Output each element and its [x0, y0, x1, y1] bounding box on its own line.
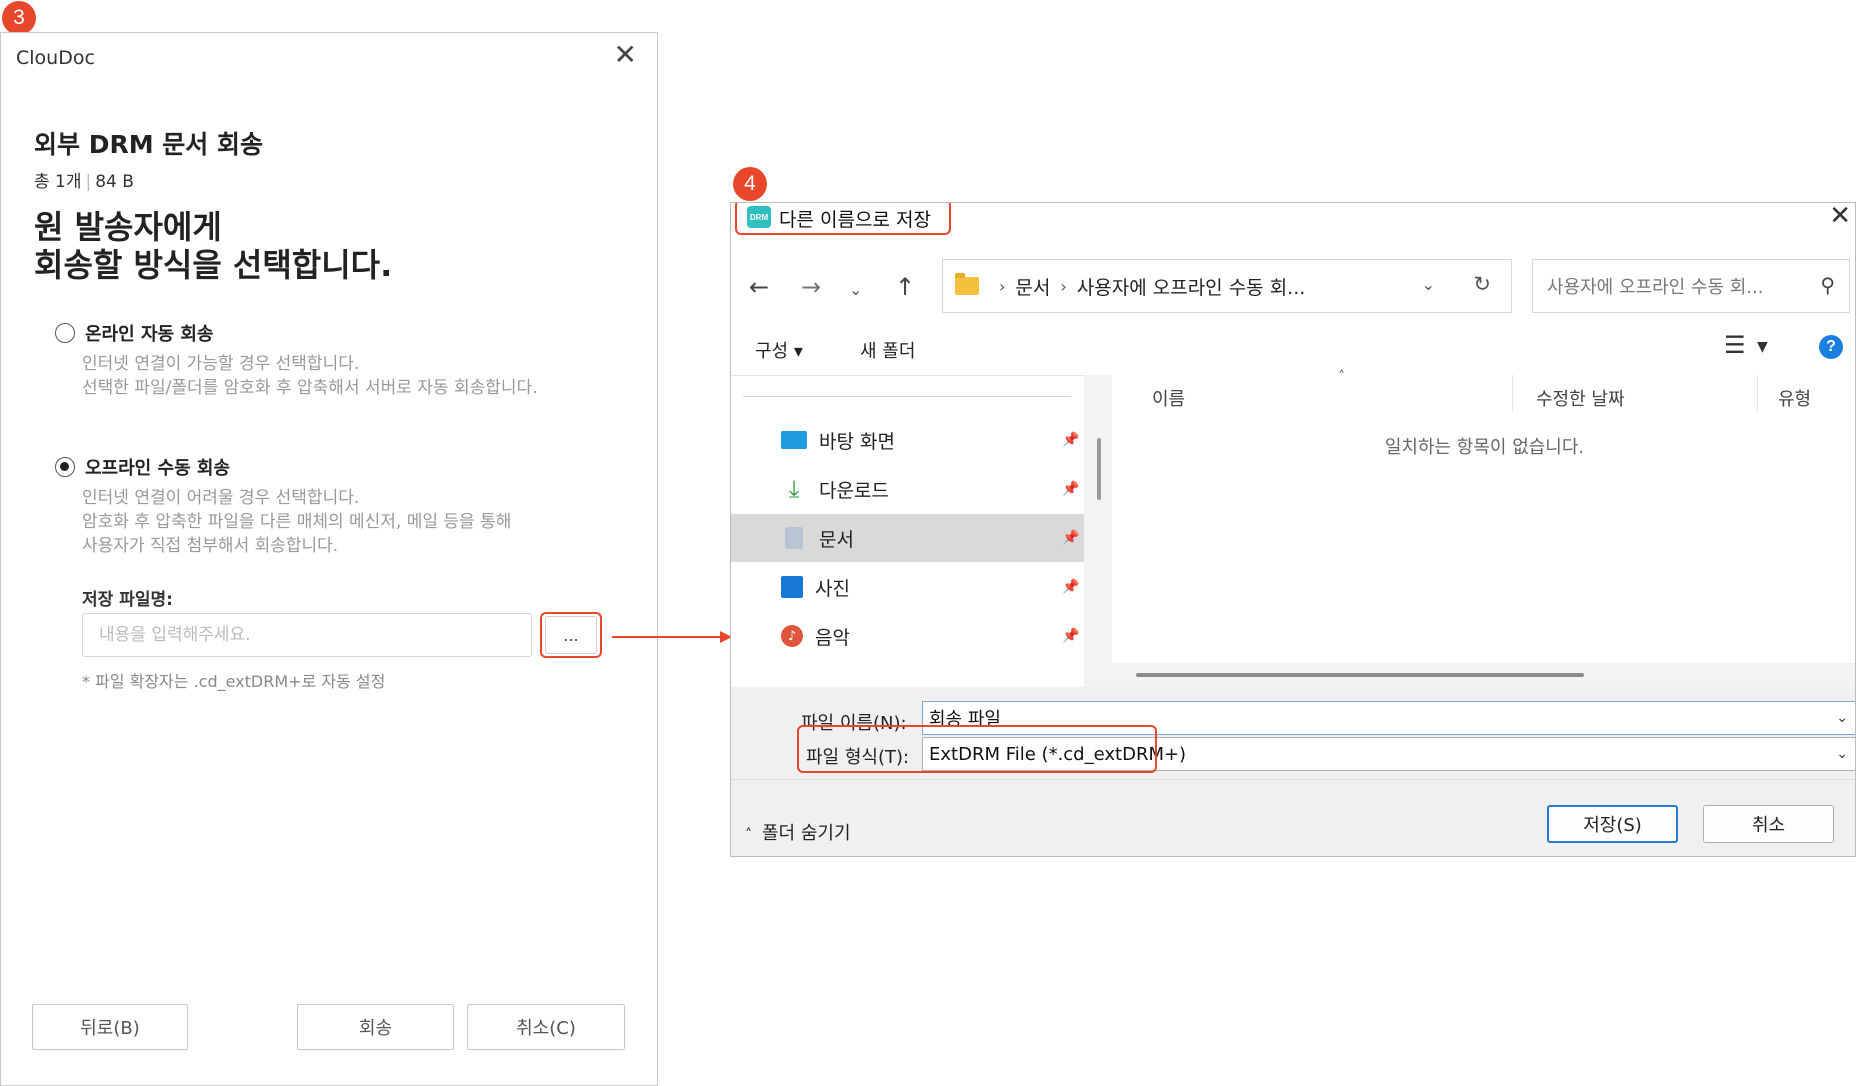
pin-icon[interactable]: 📌 — [1062, 481, 1079, 497]
option-offline-manual[interactable]: 오프라인 수동 회송 인터넷 연결이 어려울 경우 선택합니다. 암호화 후 압… — [55, 454, 562, 558]
recent-chevron-down-icon[interactable]: ⌄ — [849, 280, 862, 299]
chevron-up-icon: ˄ — [745, 827, 752, 843]
nav-item-label: 문서 — [819, 528, 854, 551]
back-arrow-icon[interactable]: ← — [749, 273, 769, 301]
desktop-icon — [781, 431, 807, 449]
return-button[interactable]: 회송 — [297, 1004, 454, 1050]
breadcrumb-separator-icon: › — [1060, 276, 1067, 296]
file-count: 총 1개 — [34, 172, 82, 192]
title-highlight-box: DRM 다른 이름으로 저장 — [735, 203, 951, 235]
nav-item-label: 음악 — [815, 626, 850, 649]
file-list: ˄ 이름 수정한 날짜 유형 일치하는 항목이 없습니다. — [1112, 369, 1855, 687]
pin-icon[interactable]: 📌 — [1062, 530, 1079, 546]
cancel-button[interactable]: 취소 — [1703, 805, 1834, 843]
hide-folders-toggle[interactable]: ˄ 폴더 숨기기 — [745, 819, 851, 845]
download-icon: ⤓ — [788, 475, 800, 503]
nav-item-label: 다운로드 — [819, 479, 889, 502]
clouddoc-window: ClouDoc ✕ 외부 DRM 문서 회송 총 1개 | 84 B 원 발송자에게… — [0, 32, 658, 1086]
refresh-icon[interactable]: ↻ — [1473, 272, 1491, 296]
new-folder-button[interactable]: 새 폴더 — [860, 337, 915, 363]
column-header-type[interactable]: 유형 — [1778, 385, 1811, 411]
documents-icon — [785, 527, 803, 549]
pictures-icon — [781, 576, 803, 598]
close-icon[interactable]: ✕ — [614, 41, 637, 69]
option-online-label: 온라인 자동 회송 — [85, 324, 214, 345]
dialog-titlebar: DRM 다른 이름으로 저장 ✕ — [731, 203, 1855, 237]
column-header-date[interactable]: 수정한 날짜 — [1536, 385, 1625, 411]
step-3-badge: 3 — [2, 1, 36, 35]
prompt-line-2: 회송할 방식을 선택합니다. — [34, 246, 393, 284]
chevron-down-icon[interactable]: ⌄ — [1836, 710, 1848, 726]
prompt-line-1: 원 발송자에게 — [34, 208, 222, 246]
option-offline-label: 오프라인 수동 회송 — [85, 458, 231, 479]
file-summary: 총 1개 | 84 B — [34, 172, 134, 192]
nav-item-documents[interactable]: 문서 📌 — [731, 514, 1084, 562]
option-online-auto[interactable]: 온라인 자동 회송 인터넷 연결이 가능할 경우 선택합니다. 선택한 파일/폴… — [55, 320, 562, 400]
nav-item-desktop[interactable]: 바탕 화면 📌 — [731, 416, 1084, 464]
save-filename-label: 저장 파일명: — [82, 590, 173, 610]
music-icon: ♪ — [781, 625, 803, 647]
chevron-down-icon[interactable]: ⌄ — [1422, 275, 1435, 294]
nav-item-label: 사진 — [815, 577, 850, 600]
radio-offline[interactable] — [55, 457, 75, 477]
sort-caret-icon: ˄ — [1338, 369, 1345, 385]
window-title: ClouDoc — [16, 47, 95, 69]
nav-item-music[interactable]: ♪ 음악 📌 — [731, 612, 1084, 660]
nav-item-label: 바탕 화면 — [819, 430, 895, 453]
save-as-dialog: DRM 다른 이름으로 저장 ✕ ← → ⌄ ↑ › 문서 › 사용자에 오프라… — [730, 202, 1856, 857]
search-icon[interactable]: ⚲ — [1820, 273, 1835, 297]
chevron-down-icon[interactable]: ⌄ — [1836, 746, 1848, 762]
breadcrumb-item[interactable]: 사용자에 오프라인 수동 회... — [1077, 273, 1306, 300]
breadcrumb-separator-icon: › — [999, 276, 1006, 296]
view-options-icon[interactable]: ☰ — [1724, 331, 1746, 359]
browse-highlight-box — [540, 612, 602, 658]
option-online-desc: 인터넷 연결이 가능할 경우 선택합니다. 선택한 파일/폴더를 암호화 후 압… — [82, 354, 538, 398]
save-filename-input[interactable] — [82, 613, 532, 657]
chevron-down-icon[interactable]: ▼ — [1757, 339, 1768, 355]
option-offline-desc: 인터넷 연결이 어려울 경우 선택합니다. 암호화 후 압축한 파일을 다른 매… — [82, 488, 512, 556]
pin-icon[interactable]: 📌 — [1062, 628, 1079, 644]
nav-item-pictures[interactable]: 사진 📌 — [731, 563, 1084, 611]
search-placeholder: 사용자에 오프라인 수동 회... — [1547, 277, 1764, 298]
navigation-pane: 바탕 화면 📌 ⤓ 다운로드 📌 문서 📌 사진 📌 ♪ 음악 📌 — [731, 375, 1084, 687]
save-button[interactable]: 저장(S) — [1547, 805, 1678, 843]
help-icon[interactable]: ? — [1819, 335, 1843, 359]
step-4-badge: 4 — [733, 167, 767, 201]
radio-online[interactable] — [55, 323, 75, 343]
file-size: 84 B — [95, 172, 134, 192]
pin-icon[interactable]: 📌 — [1062, 579, 1079, 595]
dialog-title: 다른 이름으로 저장 — [779, 209, 931, 231]
folder-icon — [955, 273, 979, 295]
organize-menu[interactable]: 구성 ▾ — [755, 337, 803, 363]
column-header-name[interactable]: 이름 — [1152, 385, 1185, 411]
file-type-highlight-box — [797, 725, 1157, 773]
search-input[interactable]: 사용자에 오프라인 수동 회... ⚲ — [1532, 259, 1850, 313]
close-icon[interactable]: ✕ — [1829, 203, 1851, 231]
address-bar[interactable]: › 문서 › 사용자에 오프라인 수동 회... ⌄ ↻ — [942, 259, 1512, 313]
scrollbar-thumb[interactable] — [1136, 673, 1584, 677]
nav-scrollbar[interactable] — [1097, 438, 1101, 500]
dialog-footer: 파일 이름(N): 회송 파일 ⌄ 파일 형식(T): ExtDRM File … — [731, 687, 1855, 856]
empty-message: 일치하는 항목이 없습니다. — [1384, 437, 1585, 458]
pane-splitter[interactable] — [1084, 375, 1112, 687]
horizontal-scrollbar[interactable] — [1112, 663, 1855, 687]
page-title: 외부 DRM 문서 회송 — [34, 130, 263, 159]
pin-icon[interactable]: 📌 — [1062, 432, 1079, 448]
up-arrow-icon[interactable]: ↑ — [895, 273, 915, 301]
cancel-button[interactable]: 취소(C) — [467, 1004, 625, 1050]
arrow-connector — [612, 631, 732, 643]
extension-note: * 파일 확장자는 .cd_extDRM+로 자동 설정 — [82, 672, 386, 691]
hide-folders-label: 폴더 숨기기 — [762, 823, 851, 844]
selection-prompt: 원 발송자에게 회송할 방식을 선택합니다. — [34, 208, 392, 284]
nav-item-downloads[interactable]: ⤓ 다운로드 📌 — [731, 465, 1084, 513]
back-button[interactable]: 뒤로(B) — [32, 1004, 188, 1050]
forward-arrow-icon[interactable]: → — [801, 273, 821, 301]
breadcrumb-item[interactable]: 문서 — [1015, 273, 1050, 300]
drm-app-icon: DRM — [747, 206, 771, 228]
